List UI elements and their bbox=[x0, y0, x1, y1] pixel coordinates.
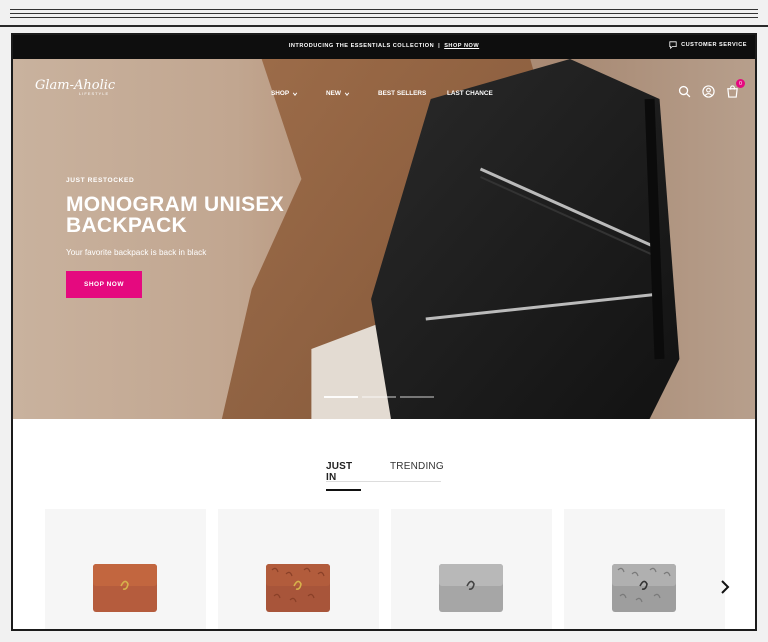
announcement-text: INTRODUCING THE ESSENTIALS COLLECTION bbox=[288, 43, 435, 49]
announcement-bar: INTRODUCING THE ESSENTIALS COLLECTION | SH… bbox=[13, 35, 755, 59]
customer-service-link[interactable]: CUSTOMER SERVICE bbox=[669, 41, 747, 49]
chrome-line bbox=[10, 9, 758, 10]
nav-new-label: NEW bbox=[326, 90, 341, 97]
announcement-message: INTRODUCING THE ESSENTIALS COLLECTION | SH… bbox=[13, 43, 755, 49]
tab-trending[interactable]: TRENDING bbox=[390, 461, 444, 472]
nav-last-chance-label: LAST CHANCE bbox=[447, 90, 493, 97]
slider-dot[interactable] bbox=[324, 396, 358, 398]
hero-banner[interactable]: Glam-Aholic LIFESTYLE SHOP NEW BEST SELL… bbox=[13, 59, 755, 419]
header-icons: 0 bbox=[678, 79, 745, 103]
window-chrome bbox=[0, 0, 768, 27]
hero-subtitle: Your favorite backpack is back in black bbox=[66, 248, 207, 257]
nav-item-new[interactable]: NEW bbox=[326, 90, 350, 97]
product-card[interactable] bbox=[45, 509, 206, 629]
chevron-down-icon bbox=[292, 92, 298, 96]
product-carousel bbox=[45, 509, 725, 629]
nav-best-sellers-label: BEST SELLERS bbox=[378, 90, 427, 97]
account-icon[interactable] bbox=[702, 85, 715, 98]
chrome-line bbox=[10, 17, 758, 18]
tab-just-in[interactable]: JUST IN bbox=[326, 461, 361, 491]
slider-dot[interactable] bbox=[400, 396, 434, 398]
slider-dot[interactable] bbox=[362, 396, 396, 398]
announcement-shop-now-link[interactable]: SHOP NOW bbox=[444, 43, 479, 49]
shop-now-button[interactable]: SHOP NOW bbox=[66, 271, 142, 298]
nav-shop-label: SHOP bbox=[271, 90, 290, 97]
chrome-line bbox=[10, 13, 758, 14]
product-card[interactable] bbox=[391, 509, 552, 629]
brand-logo[interactable]: Glam-Aholic LIFESTYLE bbox=[35, 78, 115, 96]
announcement-separator: | bbox=[438, 43, 441, 49]
product-card[interactable] bbox=[564, 509, 725, 629]
wallet-image bbox=[439, 564, 503, 612]
chevron-right-icon[interactable] bbox=[719, 579, 731, 595]
chat-icon bbox=[669, 41, 677, 49]
nav-item-last-chance[interactable]: LAST CHANCE bbox=[447, 90, 493, 97]
search-icon[interactable] bbox=[678, 85, 691, 98]
nav-item-shop[interactable]: SHOP bbox=[271, 90, 298, 97]
customer-service-label: CUSTOMER SERVICE bbox=[681, 42, 747, 48]
product-card[interactable] bbox=[218, 509, 379, 629]
cart-count-badge: 0 bbox=[736, 79, 745, 88]
hero-eyebrow: JUST RESTOCKED bbox=[66, 177, 135, 184]
wallet-image bbox=[612, 564, 676, 612]
cart-button[interactable]: 0 bbox=[726, 79, 745, 103]
wallet-image bbox=[93, 564, 157, 612]
chevron-down-icon bbox=[344, 92, 350, 96]
browser-viewport: INTRODUCING THE ESSENTIALS COLLECTION | SH… bbox=[11, 33, 757, 631]
hero-content: JUST RESTOCKED MONOGRAM UNISEX BACKPACK … bbox=[66, 177, 316, 298]
nav-item-best-sellers[interactable]: BEST SELLERS bbox=[378, 90, 426, 97]
slider-pagination bbox=[324, 396, 434, 398]
wallet-image bbox=[266, 564, 330, 612]
tab-row: JUST IN TRENDING bbox=[326, 457, 444, 491]
hero-title: MONOGRAM UNISEX BACKPACK bbox=[66, 193, 285, 237]
